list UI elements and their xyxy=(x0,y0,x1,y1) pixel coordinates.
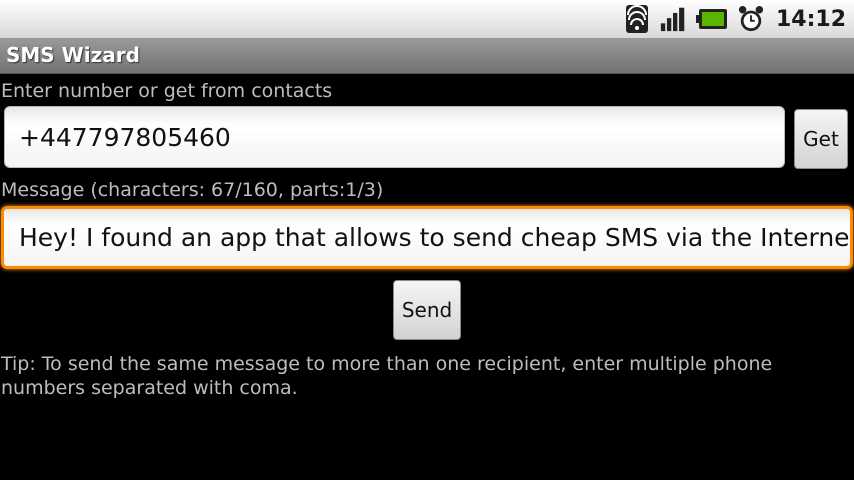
battery-icon xyxy=(695,4,728,34)
message-input[interactable]: Hey! I found an app that allows to send … xyxy=(1,206,853,269)
get-contact-button[interactable]: Get xyxy=(794,109,848,169)
signal-icon xyxy=(660,4,686,34)
number-label: Enter number or get from contacts xyxy=(1,80,333,102)
app-title: SMS Wizard xyxy=(6,43,140,67)
wifi-icon xyxy=(624,4,650,34)
status-time: 14:12 xyxy=(775,6,846,32)
message-label: Message (characters: 67/160, parts:1/3) xyxy=(1,179,384,201)
title-bar: SMS Wizard xyxy=(0,38,854,74)
number-input[interactable]: +447797805460 xyxy=(4,106,785,168)
status-bar: 14:12 xyxy=(0,0,854,38)
alarm-icon xyxy=(738,4,764,34)
send-button[interactable]: Send xyxy=(393,280,461,340)
tip-text: Tip: To send the same message to more th… xyxy=(1,353,773,399)
